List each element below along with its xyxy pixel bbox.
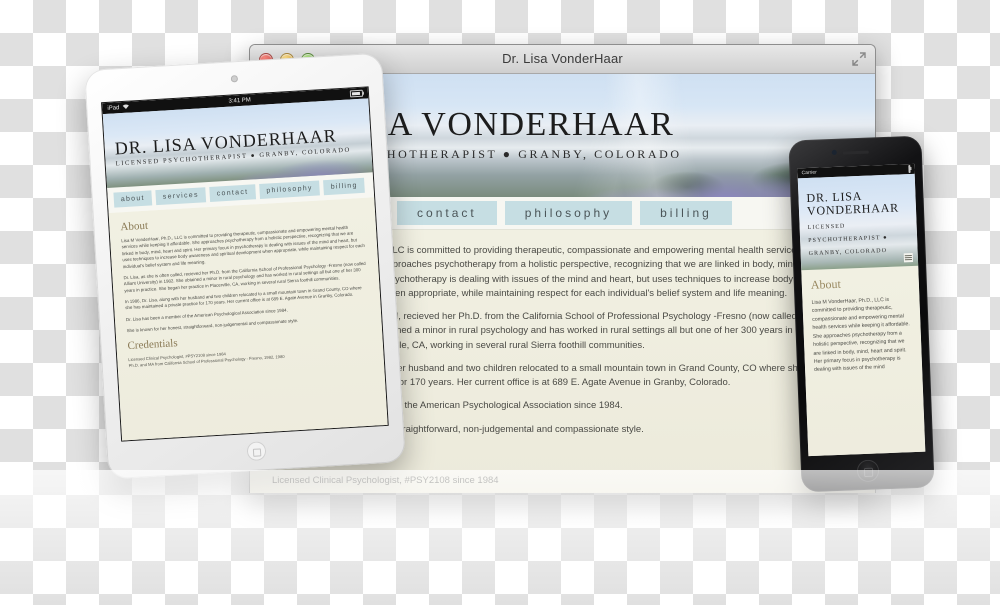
ipad-screen[interactable]: iPad 3:41 PM DR. LISA VONDERHAAR LICENSE… (102, 87, 388, 441)
iphone-home-button[interactable] (856, 459, 879, 483)
battery-icon (349, 89, 364, 98)
wifi-icon (122, 103, 129, 111)
nav-item-billing[interactable]: billing (640, 201, 732, 225)
iphone-site-logo: DR. LISA VONDERHAAR LICENSED PSYCHOTHERA… (806, 188, 900, 258)
iphone-about-text: Lisa M VonderHaar, Ph.D., LLC is committ… (811, 296, 910, 374)
iphone-device: Carrier DR. LISA VONDERHAAR LICENSED PSY… (788, 135, 935, 493)
iphone-battery-icon (908, 165, 911, 174)
ipad-nav-item-billing[interactable]: billing (323, 177, 366, 196)
iphone-tagline-line-2: PSYCHOTHERAPIST ● (808, 234, 888, 244)
nav-item-contact[interactable]: contact (397, 201, 497, 225)
hamburger-menu-icon[interactable] (903, 252, 914, 263)
fullscreen-icon[interactable] (852, 52, 866, 66)
ipad-nav-item-about[interactable]: about (113, 190, 153, 208)
ipad-device: iPad 3:41 PM DR. LISA VONDERHAAR LICENSE… (84, 52, 406, 480)
iphone-site-banner: DR. LISA VONDERHAAR LICENSED PSYCHOTHERA… (797, 173, 919, 271)
ipad-time: 3:41 PM (228, 96, 252, 105)
iphone-carrier-label: Carrier (801, 169, 817, 177)
iphone-site-content: About Lisa M VonderHaar, Ph.D., LLC is c… (801, 265, 926, 457)
iphone-about-heading: About (810, 276, 842, 292)
ipad-home-button[interactable] (245, 441, 267, 462)
iphone-camera-icon (831, 149, 837, 156)
ipad-nav-item-contact[interactable]: contact (209, 184, 256, 202)
ipad-site-banner: DR. LISA VONDERHAAR LICENSED PSYCHOTHERA… (102, 98, 373, 189)
nav-item-philosophy[interactable]: philosophy (504, 201, 633, 225)
ipad-device-label: iPad (107, 104, 120, 112)
credential-line-1: Licensed Clinical Psychologist, #PSY2108… (272, 474, 499, 486)
iphone-tagline-line-3: GRANBY, COLORADO (808, 248, 888, 258)
iphone-logo-line-2: VONDERHAAR (806, 200, 900, 219)
ipad-site-content: About Lisa M VonderHaar, Ph.D., LLC is c… (108, 197, 388, 441)
iphone-speaker-icon (842, 150, 869, 155)
iphone-tagline-line-1: LICENSED (807, 223, 846, 231)
iphone-screen[interactable]: Carrier DR. LISA VONDERHAAR LICENSED PSY… (797, 163, 926, 457)
mockup-stage: Dr. Lisa VonderHaar DR. LISA VONDERHAAR … (0, 0, 1000, 605)
ipad-camera-icon (230, 75, 238, 83)
ipad-nav-item-services[interactable]: services (155, 187, 207, 206)
ipad-site-logo: DR. LISA VONDERHAAR LICENSED PSYCHOTHERA… (114, 125, 351, 167)
ipad-nav-item-philosophy[interactable]: philosophy (258, 180, 321, 200)
